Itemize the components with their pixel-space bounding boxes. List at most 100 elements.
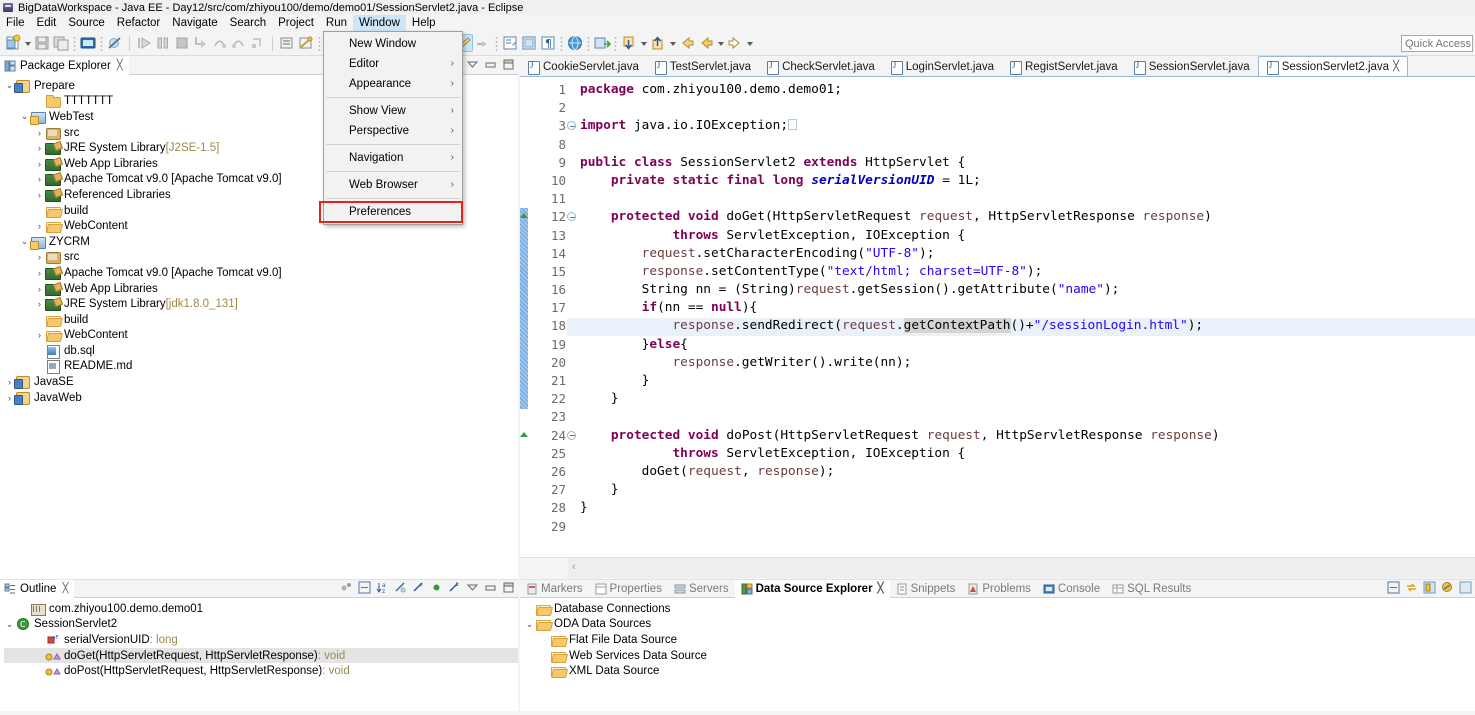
toolbar-drag-handle-9[interactable] [614,35,617,51]
code-line[interactable]: if(nn == null){ [580,299,1475,317]
menu-edit[interactable]: Edit [31,15,63,31]
show-whitespace-icon[interactable] [520,34,538,52]
code-line[interactable]: import java.io.IOException; [580,117,1475,135]
tree-item[interactable]: › WebContent [4,328,518,344]
fold-cell[interactable] [567,336,579,354]
chevron-right-icon[interactable]: › [34,174,45,184]
menu-refactor[interactable]: Refactor [111,15,166,31]
code-line[interactable]: response.setContentType("text/html; char… [580,263,1475,281]
new-connection-profile-icon[interactable] [1441,581,1454,594]
forward-icon[interactable] [726,34,744,52]
stop-icon[interactable] [173,34,191,52]
close-icon[interactable]: ╳ [878,583,884,594]
bottom-panel-tab[interactable]: Snippets [890,580,962,598]
new-icon[interactable] [4,34,22,52]
save-icon[interactable] [33,34,51,52]
drop-to-frame-icon[interactable] [249,34,267,52]
fold-cell[interactable] [567,81,579,99]
fold-cell[interactable] [567,408,579,426]
new-dropdown-arrow[interactable] [23,34,32,52]
tab-outline[interactable]: Outline ╳ [0,579,75,598]
menu-navigate[interactable]: Navigate [166,15,223,31]
menu-item-show-view[interactable]: Show View › [324,101,462,121]
refresh-icon[interactable] [1405,581,1418,594]
code-line[interactable]: } [580,390,1475,408]
new-annotation-icon[interactable] [297,34,315,52]
fold-cell[interactable] [567,427,579,445]
editor-tab[interactable]: SessionServlet.java [1126,58,1258,76]
bottom-panel-tab[interactable]: Console [1037,580,1106,598]
tab-package-explorer[interactable]: Package Explorer ╳ [0,56,129,75]
outline-item[interactable]: sF serialVersionUID : long [4,632,518,648]
outline-item[interactable]: doGet(HttpServletRequest, HttpServletRes… [4,647,518,664]
fold-cell[interactable] [567,281,579,299]
editor-tab[interactable]: LoginServlet.java [883,58,1002,76]
toolbar-drag-handle-8[interactable] [587,35,590,51]
code-line[interactable]: response.sendRedirect(request.getContext… [580,317,1475,335]
code-line[interactable]: } [580,481,1475,499]
fold-cell[interactable] [567,136,579,154]
menu-run[interactable]: Run [320,15,353,31]
run-icon[interactable] [135,34,153,52]
editor-horizontal-scrollbar[interactable]: ‹ [520,557,1475,579]
fold-cell[interactable] [567,263,579,281]
toolbar-drag-handle-7[interactable] [560,35,563,51]
editor-tab[interactable]: RegistServlet.java [1002,58,1126,76]
tree-item[interactable]: › JavaWeb [4,390,518,406]
hide-fields-icon[interactable] [394,581,407,594]
fold-cell[interactable] [567,172,579,190]
back-dropdown-arrow[interactable] [716,34,725,52]
toolbar-drag-handle-2[interactable] [100,35,103,51]
prev-annotation-dropdown-arrow[interactable] [668,34,677,52]
editor-tab[interactable]: SessionServlet2.java╳ [1257,56,1409,76]
step-over-icon[interactable] [211,34,229,52]
menu-source[interactable]: Source [62,15,110,31]
code-line[interactable]: String nn = (String)request.getSession()… [580,281,1475,299]
link-with-editor-icon[interactable] [1423,581,1436,594]
menu-file[interactable]: File [0,15,31,31]
menu-item-new-window[interactable]: New Window [324,34,462,54]
tree-item[interactable]: › JavaSE [4,374,518,390]
toolbar-drag-handle-3[interactable] [318,35,321,51]
paragraph-mark-icon[interactable]: ¶ [539,34,557,52]
chevron-right-icon[interactable]: › [34,143,45,153]
view-menu-icon[interactable] [466,58,479,71]
menu-help[interactable]: Help [406,15,442,31]
code-line[interactable]: protected void doPost(HttpServletRequest… [580,427,1475,445]
chevron-right-icon[interactable]: › [34,330,45,340]
fold-cell[interactable] [567,117,579,135]
view-menu-icon[interactable] [466,581,479,594]
data-source-item[interactable]: ⌄ ODA Data Sources [524,617,1475,633]
fold-collapse-icon[interactable] [567,121,576,131]
chevron-right-icon[interactable]: › [34,190,45,200]
annotation-ruler[interactable] [520,77,528,555]
new-editor-icon[interactable] [501,34,519,52]
fold-cell[interactable] [567,518,579,536]
collapse-all-icon[interactable] [358,581,371,594]
hide-local-types-icon[interactable]: L [448,581,461,594]
chevron-down-icon[interactable]: ⌄ [19,236,30,247]
outline-item[interactable]: doPost(HttpServletRequest, HttpServletRe… [4,663,518,679]
tree-item[interactable]: › JRE System Library [jdk1.8.0_131] [4,296,518,312]
menu-item-editor[interactable]: Editor › [324,54,462,74]
chevron-right-icon[interactable]: › [34,268,45,278]
chevron-right-icon[interactable]: › [34,128,45,138]
fold-cell[interactable] [567,390,579,408]
chevron-down-icon[interactable]: ⌄ [19,111,30,122]
step-return-icon[interactable] [230,34,248,52]
hide-nonpublic-icon[interactable] [430,581,443,594]
scroll-left-chevron-icon[interactable]: ‹ [572,561,576,573]
link-editor-icon[interactable] [474,34,492,52]
code-line[interactable]: }else{ [580,336,1475,354]
forward-dropdown-arrow[interactable] [745,34,754,52]
code-line[interactable] [580,518,1475,536]
code-line[interactable]: doGet(request, response); [580,463,1475,481]
new-java-class-icon[interactable] [278,34,296,52]
fold-cell[interactable] [567,481,579,499]
fold-cell[interactable] [567,354,579,372]
open-console-icon[interactable] [79,34,97,52]
bottom-panel-tab[interactable]: SQL Results [1106,580,1197,598]
code-line[interactable] [580,408,1475,426]
maximize-icon[interactable] [502,58,515,71]
tree-item[interactable]: ⌄ ZYCRM [4,234,518,250]
